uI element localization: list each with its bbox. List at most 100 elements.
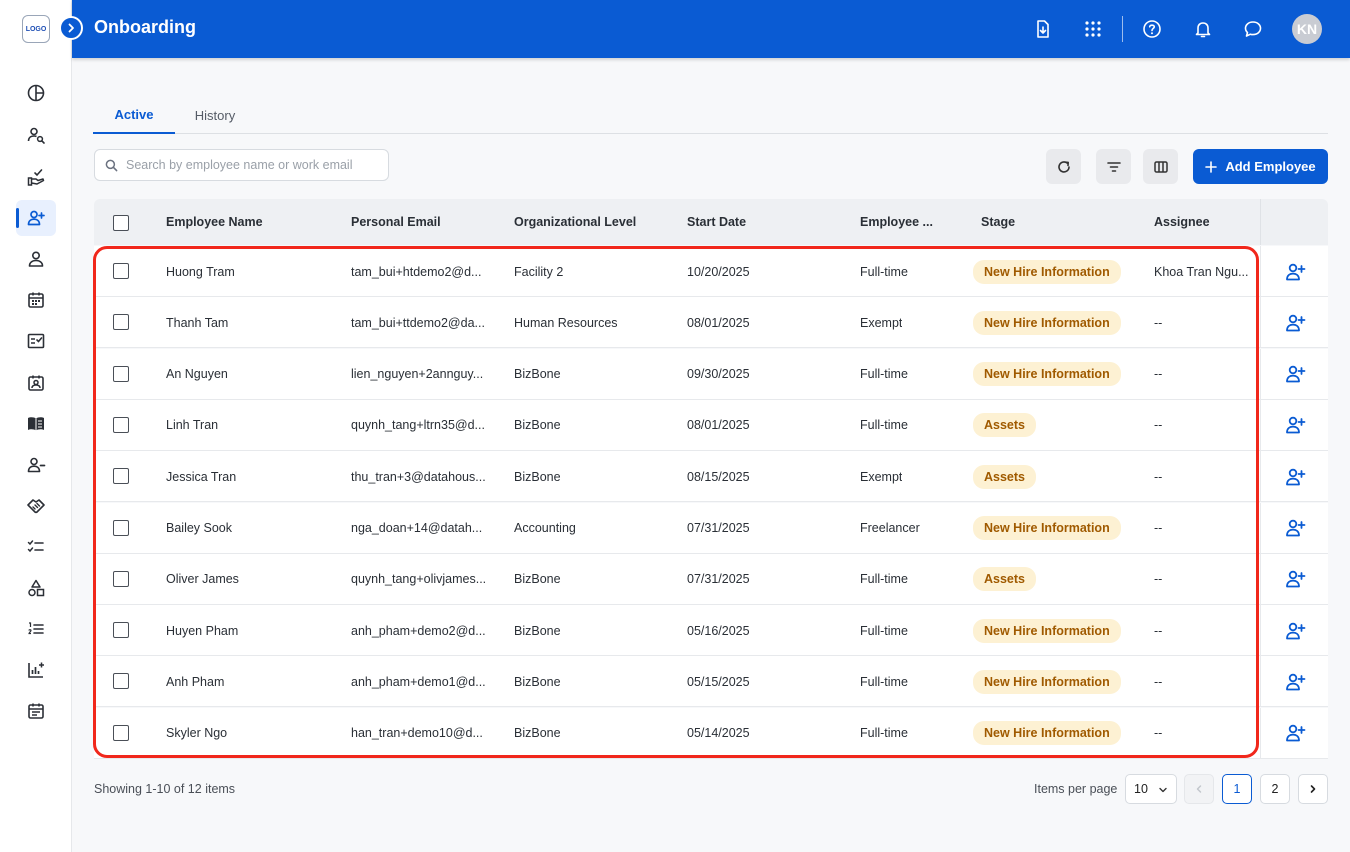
column-header-organizational-level[interactable]: Organizational Level	[514, 199, 636, 245]
sidebar-item-numbered-list[interactable]	[16, 611, 56, 647]
next-page-button[interactable]	[1298, 774, 1328, 804]
sidebar-item-event-note[interactable]	[16, 693, 56, 729]
row-checkbox[interactable]	[113, 468, 129, 485]
user-add-icon	[27, 210, 45, 226]
dashboard-pie-icon	[27, 84, 45, 102]
assignee-cell: --	[1154, 726, 1163, 741]
prev-page-button[interactable]	[1184, 774, 1214, 804]
sidebar-item-checklist[interactable]	[16, 323, 56, 359]
column-header-start-date[interactable]: Start Date	[687, 199, 746, 245]
organizational-level-cell: BizBone	[514, 469, 561, 484]
sidebar-item-user-remove[interactable]	[16, 447, 56, 483]
column-header-personal-email[interactable]: Personal Email	[351, 199, 441, 245]
assign-user-button[interactable]	[1260, 553, 1328, 605]
sidebar-item-user-search[interactable]	[16, 117, 56, 153]
table-row[interactable]: An Nguyen lien_nguyen+2annguy... BizBone 09…	[94, 348, 1328, 400]
items-per-page-select[interactable]: 10	[1125, 774, 1177, 804]
row-checkbox[interactable]	[113, 673, 129, 690]
sidebar-expand-button[interactable]	[59, 16, 83, 40]
page-2-button[interactable]: 2	[1260, 774, 1290, 804]
table-row[interactable]: Huyen Pham anh_pham+demo2@d... BizBone 05/1…	[94, 605, 1328, 657]
row-checkbox[interactable]	[113, 622, 129, 639]
sidebar-item-analytics[interactable]	[16, 652, 56, 688]
assign-user-button[interactable]	[1260, 656, 1328, 708]
select-all-checkbox[interactable]	[113, 215, 129, 231]
add-employee-button[interactable]: Add Employee	[1193, 149, 1328, 184]
sidebar-item-handshake[interactable]	[16, 488, 56, 524]
user-avatar[interactable]: KN	[1292, 14, 1322, 44]
user-add-icon	[1285, 724, 1305, 742]
sidebar-item-person[interactable]	[16, 241, 56, 277]
assign-user-button[interactable]	[1260, 605, 1328, 657]
page-1-button[interactable]: 1	[1222, 774, 1252, 804]
personal-email-cell: thu_tran+3@datahous...	[351, 469, 486, 484]
start-date-cell: 07/31/2025	[687, 572, 750, 587]
table-row[interactable]: Skyler Ngo han_tran+demo10@d... BizBone 05/…	[94, 707, 1328, 759]
assignee-cell: --	[1154, 367, 1163, 382]
table-row[interactable]: Thanh Tam tam_bui+ttdemo2@da... Human Reso…	[94, 297, 1328, 349]
sidebar-item-calendar[interactable]	[16, 282, 56, 318]
row-checkbox[interactable]	[113, 519, 129, 536]
row-checkbox[interactable]	[113, 365, 129, 382]
sidebar-item-shapes[interactable]	[16, 570, 56, 606]
filter-button[interactable]	[1096, 149, 1131, 184]
sidebar-item-dashboard-pie[interactable]	[16, 75, 56, 111]
chat-icon[interactable]	[1241, 17, 1265, 41]
row-checkbox[interactable]	[113, 314, 129, 331]
assign-user-button[interactable]	[1260, 246, 1328, 297]
handshake-icon	[27, 499, 45, 514]
table-row[interactable]: Huong Tram tam_bui+htdemo2@d... Facility 2…	[94, 246, 1328, 297]
table-header: Employee Name Personal Email Organizatio…	[94, 199, 1328, 245]
column-header-assignee[interactable]: Assignee	[1154, 199, 1210, 245]
organizational-level-cell: Human Resources	[514, 315, 618, 330]
organizational-level-cell: Accounting	[514, 521, 576, 535]
table-row[interactable]: Oliver James quynh_tang+olivjames... BizBo…	[94, 553, 1328, 605]
personal-email-cell: lien_nguyen+2annguy...	[351, 367, 484, 382]
personal-email-cell: tam_bui+ttdemo2@da...	[351, 315, 485, 330]
sidebar-item-book[interactable]	[16, 406, 56, 442]
bell-icon[interactable]	[1191, 17, 1215, 41]
sidebar-item-task-list[interactable]	[16, 529, 56, 565]
employee-type-cell: Full-time	[860, 367, 908, 382]
table-row[interactable]: Anh Pham anh_pham+demo1@d... BizBone 05/15/…	[94, 656, 1328, 708]
row-checkbox[interactable]	[113, 263, 129, 279]
table-row[interactable]: Jessica Tran thu_tran+3@datahous... BizBon…	[94, 451, 1328, 503]
help-icon[interactable]	[1140, 17, 1164, 41]
assign-user-button[interactable]	[1260, 399, 1328, 451]
column-header-stage[interactable]: Stage	[981, 199, 1015, 245]
row-checkbox[interactable]	[113, 570, 129, 587]
stage-badge: New Hire Information	[973, 259, 1121, 284]
sidebar-item-user-add[interactable]	[16, 200, 56, 236]
personal-email-cell: anh_pham+demo1@d...	[351, 674, 486, 689]
download-file-icon[interactable]	[1031, 17, 1055, 41]
assign-user-button[interactable]	[1260, 297, 1328, 349]
assign-user-button[interactable]	[1260, 348, 1328, 400]
assign-user-button[interactable]	[1260, 707, 1328, 759]
column-header-employee-type[interactable]: Employee ...	[860, 199, 933, 245]
columns-icon	[1153, 160, 1168, 173]
assign-user-button[interactable]	[1260, 502, 1328, 554]
stage-badge: New Hire Information	[973, 618, 1121, 643]
employee-type-cell: Full-time	[860, 418, 908, 433]
table-row[interactable]: Bailey Sook nga_doan+14@datah... Accountin…	[94, 502, 1328, 554]
tab-active[interactable]: Active	[93, 96, 175, 134]
stage-badge: Assets	[973, 413, 1036, 438]
stage-badge: New Hire Information	[973, 310, 1121, 335]
column-header-employee-name[interactable]: Employee Name	[166, 199, 263, 245]
employee-type-cell: Full-time	[860, 726, 908, 741]
sidebar-item-badge[interactable]	[16, 365, 56, 401]
sidebar-item-hand-check[interactable]	[16, 159, 56, 195]
assign-user-button[interactable]	[1260, 451, 1328, 503]
organizational-level-cell: BizBone	[514, 572, 561, 587]
row-checkbox[interactable]	[113, 724, 129, 741]
table-row[interactable]: Linh Tran quynh_tang+ltrn35@d... BizBone 08…	[94, 399, 1328, 451]
refresh-button[interactable]	[1046, 149, 1081, 184]
tab-history[interactable]: History	[175, 96, 255, 134]
columns-button[interactable]	[1143, 149, 1178, 184]
start-date-cell: 09/30/2025	[687, 367, 750, 382]
search-input[interactable]	[126, 155, 381, 175]
row-checkbox[interactable]	[113, 416, 129, 433]
apps-grid-icon[interactable]	[1081, 17, 1105, 41]
stage-cell: New Hire Information	[973, 656, 1121, 707]
personal-email-cell: tam_bui+htdemo2@d...	[351, 264, 482, 279]
